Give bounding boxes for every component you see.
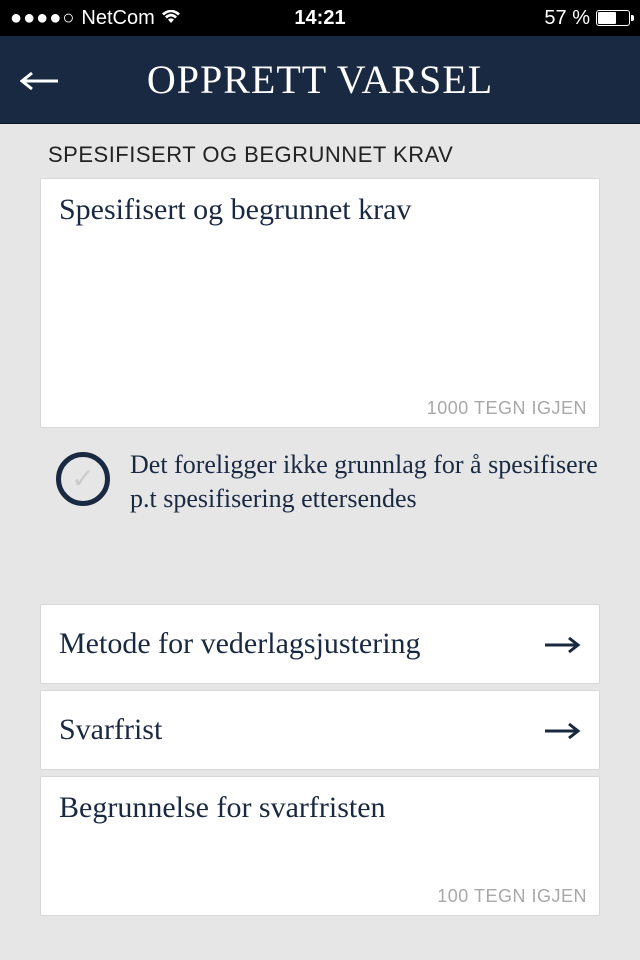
page-title: OPPRETT VARSEL [0, 56, 640, 103]
battery-percent: 57 % [544, 7, 590, 30]
reason-placeholder: Begrunnelse for svarfristen [59, 791, 581, 825]
spacer [0, 536, 640, 604]
navigation-bar: OPPRETT VARSEL [0, 36, 640, 124]
arrow-right-icon [545, 627, 581, 661]
claim-char-counter: 1000 TEGN IGJEN [427, 398, 587, 419]
checkmark-icon: ✓ [71, 462, 94, 496]
carrier-name: NetCom [81, 7, 154, 30]
status-right: 57 % [423, 7, 630, 30]
wifi-icon [161, 7, 181, 30]
reason-char-counter: 100 TEGN IGJEN [437, 886, 587, 907]
reason-textarea[interactable]: Begrunnelse for svarfristen 100 TEGN IGJ… [40, 776, 600, 916]
deadline-label: Svarfrist [59, 713, 162, 747]
back-button[interactable] [20, 64, 60, 96]
deadline-row[interactable]: Svarfrist [40, 690, 600, 770]
status-left: ●●●●○ NetCom [10, 7, 217, 30]
checkbox-label: Det foreligger ikke grunnlag for å spesi… [130, 448, 600, 516]
method-label: Metode for vederlagsjustering [59, 627, 421, 661]
status-bar: ●●●●○ NetCom 14:21 57 % [0, 0, 640, 36]
method-row[interactable]: Metode for vederlagsjustering [40, 604, 600, 684]
signal-strength-icon: ●●●●○ [10, 7, 75, 30]
status-time: 14:21 [217, 7, 424, 30]
section-label: SPESIFISERT OG BEGRUNNET KRAV [0, 124, 640, 178]
no-basis-checkbox-row[interactable]: ✓ Det foreligger ikke grunnlag for å spe… [0, 428, 640, 536]
battery-icon [596, 10, 630, 26]
claim-textarea[interactable]: Spesifisert og begrunnet krav 1000 TEGN … [40, 178, 600, 428]
claim-placeholder: Spesifisert og begrunnet krav [59, 193, 581, 227]
content-area: SPESIFISERT OG BEGRUNNET KRAV Spesifiser… [0, 124, 640, 916]
arrow-right-icon [545, 713, 581, 747]
checkbox-icon[interactable]: ✓ [56, 452, 110, 506]
